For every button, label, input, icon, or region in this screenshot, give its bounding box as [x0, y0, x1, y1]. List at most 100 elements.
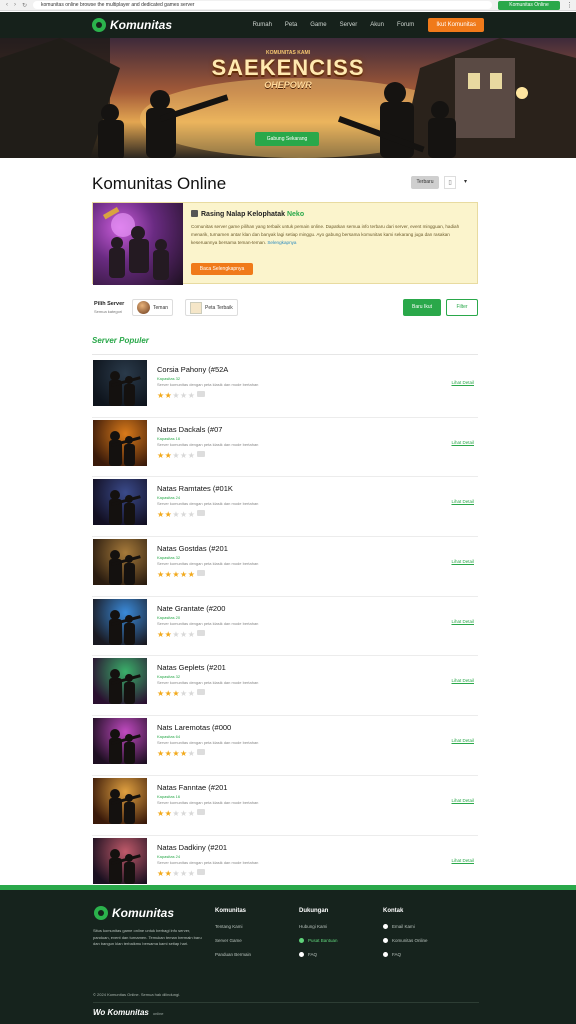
featured-description: Comunitas server game pilihan yang terba…: [191, 223, 473, 247]
list-item[interactable]: Natas Fanntae (#201 Kapasitas 16 Server …: [92, 776, 478, 836]
star-icon: ★: [187, 450, 196, 460]
star-icon: ★: [180, 570, 188, 580]
new-join-button[interactable]: Baru Ikut: [403, 299, 441, 316]
list-item[interactable]: Natas Geplets (#201 Kapasitas 32 Server …: [92, 656, 478, 717]
server-thumbnail[interactable]: [93, 539, 147, 586]
list-item[interactable]: Natas Dackals (#07 Kapasitas 16 Server k…: [92, 418, 478, 478]
server-name[interactable]: Nate Grantate (#200: [157, 604, 225, 613]
server-thumbnail[interactable]: [93, 419, 147, 466]
featured-read-more-link[interactable]: Selengkapnya: [267, 240, 296, 245]
menu-item[interactable]: Akun: [370, 22, 384, 28]
reload-icon[interactable]: ↻: [22, 2, 27, 9]
server-detail-link[interactable]: Lihat Detail: [451, 798, 474, 803]
server-artwork: [109, 729, 141, 765]
server-detail-link[interactable]: Lihat Detail: [451, 559, 474, 564]
list-item[interactable]: Nats Laremotas (#000 Kapasitas 64 Server…: [92, 716, 478, 776]
menu-item[interactable]: Game: [310, 22, 326, 28]
chevron-down-icon[interactable]: ▾: [464, 176, 467, 189]
browser-menu-icon[interactable]: ⋮: [566, 1, 576, 9]
server-name[interactable]: Nats Laremotas (#000: [157, 723, 231, 732]
list-item[interactable]: Nate Grantate (#200 Kapasitas 20 Server …: [92, 597, 478, 657]
server-thumbnail[interactable]: [93, 837, 147, 884]
join-community-button[interactable]: Ikut Komunitas: [428, 18, 484, 32]
footer-link[interactable]: Email Kami: [383, 924, 428, 929]
footer-link[interactable]: Server Game: [215, 938, 251, 943]
sort-dropdown[interactable]: Terbaru: [411, 176, 439, 189]
star-icon: ★: [180, 808, 188, 818]
server-detail-link[interactable]: Lihat Detail: [451, 380, 474, 385]
friends-filter-chip[interactable]: Teman: [132, 299, 174, 316]
featured-artwork: [103, 207, 169, 280]
badge-icon: [197, 808, 206, 815]
star-icon: ★: [172, 450, 181, 460]
server-detail-link[interactable]: Lihat Detail: [451, 440, 474, 445]
rating-stars: ★★★★★: [157, 689, 206, 699]
footer-link[interactable]: Hubungi Kami: [299, 924, 338, 929]
server-description: Server komunitas dengan peta klasik dan …: [157, 561, 259, 567]
extension-button[interactable]: Komunitas Online: [498, 0, 560, 10]
grid-icon[interactable]: ▯: [444, 176, 456, 189]
server-name[interactable]: Natas Gostdas (#201: [157, 544, 228, 553]
site-logo[interactable]: Komunitas: [92, 18, 172, 32]
featured-card: Rasing Nalap Kelophatak Neko Comunitas s…: [92, 202, 478, 285]
list-item[interactable]: Natas Ramtates (#01K Kapasitas 24 Server…: [92, 477, 478, 538]
server-name[interactable]: Natas Dackals (#07: [157, 425, 222, 434]
footer-logo[interactable]: Komunitas: [94, 906, 174, 920]
read-more-button[interactable]: Baca Selengkapnya: [191, 263, 253, 275]
badge-icon: [197, 868, 206, 875]
server-description: Server komunitas dengan peta klasik dan …: [157, 680, 259, 686]
featured-image[interactable]: [93, 203, 183, 285]
address-bar[interactable]: komunitas online browse the multiplayer …: [33, 1, 492, 9]
menu-item[interactable]: Server: [340, 22, 358, 28]
back-icon[interactable]: ‹: [6, 2, 8, 9]
rating-stars: ★★★★★: [157, 450, 206, 460]
server-name[interactable]: Natas Geplets (#201: [157, 663, 226, 672]
list-item[interactable]: Natas Gostdas (#201 Kapasitas 32 Server …: [92, 537, 478, 597]
list-item[interactable]: Corsia Pahony (#52A Kapasitas 32 Server …: [92, 358, 478, 418]
divider: [92, 354, 478, 355]
browser-toolbar: ‹ › ↻ komunitas online browse the multip…: [0, 0, 576, 11]
server-capacity: Kapasitas 24: [157, 853, 181, 859]
server-detail-link[interactable]: Lihat Detail: [451, 738, 474, 743]
footer-link[interactable]: FAQ: [299, 952, 338, 957]
server-detail-link[interactable]: Lihat Detail: [451, 858, 474, 863]
server-list: Corsia Pahony (#52A Kapasitas 32 Server …: [92, 358, 478, 896]
menu-item[interactable]: Forum: [397, 22, 414, 28]
server-name[interactable]: Natas Fanntae (#201: [157, 783, 227, 792]
menu-item[interactable]: Peta: [285, 22, 297, 28]
server-capacity: Kapasitas 64: [157, 734, 181, 740]
hero-join-button[interactable]: Gabung Sekarang: [255, 132, 319, 146]
menu-item[interactable]: Rumah: [253, 22, 272, 28]
star-icon: ★: [180, 689, 188, 699]
server-thumbnail[interactable]: [93, 360, 147, 406]
server-thumbnail[interactable]: [93, 479, 147, 526]
page-title: Komunitas Online: [92, 174, 227, 193]
footer-link[interactable]: Tentang Kami: [215, 924, 251, 929]
star-icon: ★: [187, 570, 196, 580]
server-artwork: [109, 788, 141, 824]
maps-filter-chip[interactable]: Peta Terbaik: [185, 299, 238, 316]
footer-tagline: online: [152, 1011, 164, 1016]
footer-link[interactable]: FAQ: [383, 952, 428, 957]
server-name[interactable]: Natas Dadkiny (#201: [157, 843, 227, 852]
forward-icon[interactable]: ›: [14, 2, 16, 9]
server-description: Server komunitas dengan peta klasik dan …: [157, 441, 259, 447]
footer-column-contact: Kontak Email Kami Komunitas Online FAQ: [383, 908, 428, 966]
footer-link[interactable]: Panduan Bermain: [215, 952, 251, 957]
server-thumbnail[interactable]: [93, 718, 147, 765]
filter-button[interactable]: Filter: [446, 299, 478, 316]
featured-title-highlight: Neko: [286, 211, 305, 218]
server-detail-link[interactable]: Lihat Detail: [451, 499, 474, 504]
footer-bottom-brand: Wo Komunitas online: [93, 1008, 164, 1017]
server-thumbnail[interactable]: [93, 598, 147, 645]
featured-title-text: Rasing Nalap Kelophatak: [201, 211, 286, 218]
server-name[interactable]: Natas Ramtates (#01K: [157, 484, 233, 493]
server-name[interactable]: Corsia Pahony (#52A: [157, 365, 228, 374]
copyright: © 2024 Komunitas Online. Semua hak dilin…: [93, 992, 181, 997]
server-thumbnail[interactable]: [93, 658, 147, 705]
server-detail-link[interactable]: Lihat Detail: [451, 678, 474, 683]
server-detail-link[interactable]: Lihat Detail: [451, 619, 474, 624]
footer-link[interactable]: Pusat Bantuan: [299, 938, 338, 943]
footer-link[interactable]: Komunitas Online: [383, 938, 428, 943]
server-thumbnail[interactable]: [93, 777, 147, 824]
